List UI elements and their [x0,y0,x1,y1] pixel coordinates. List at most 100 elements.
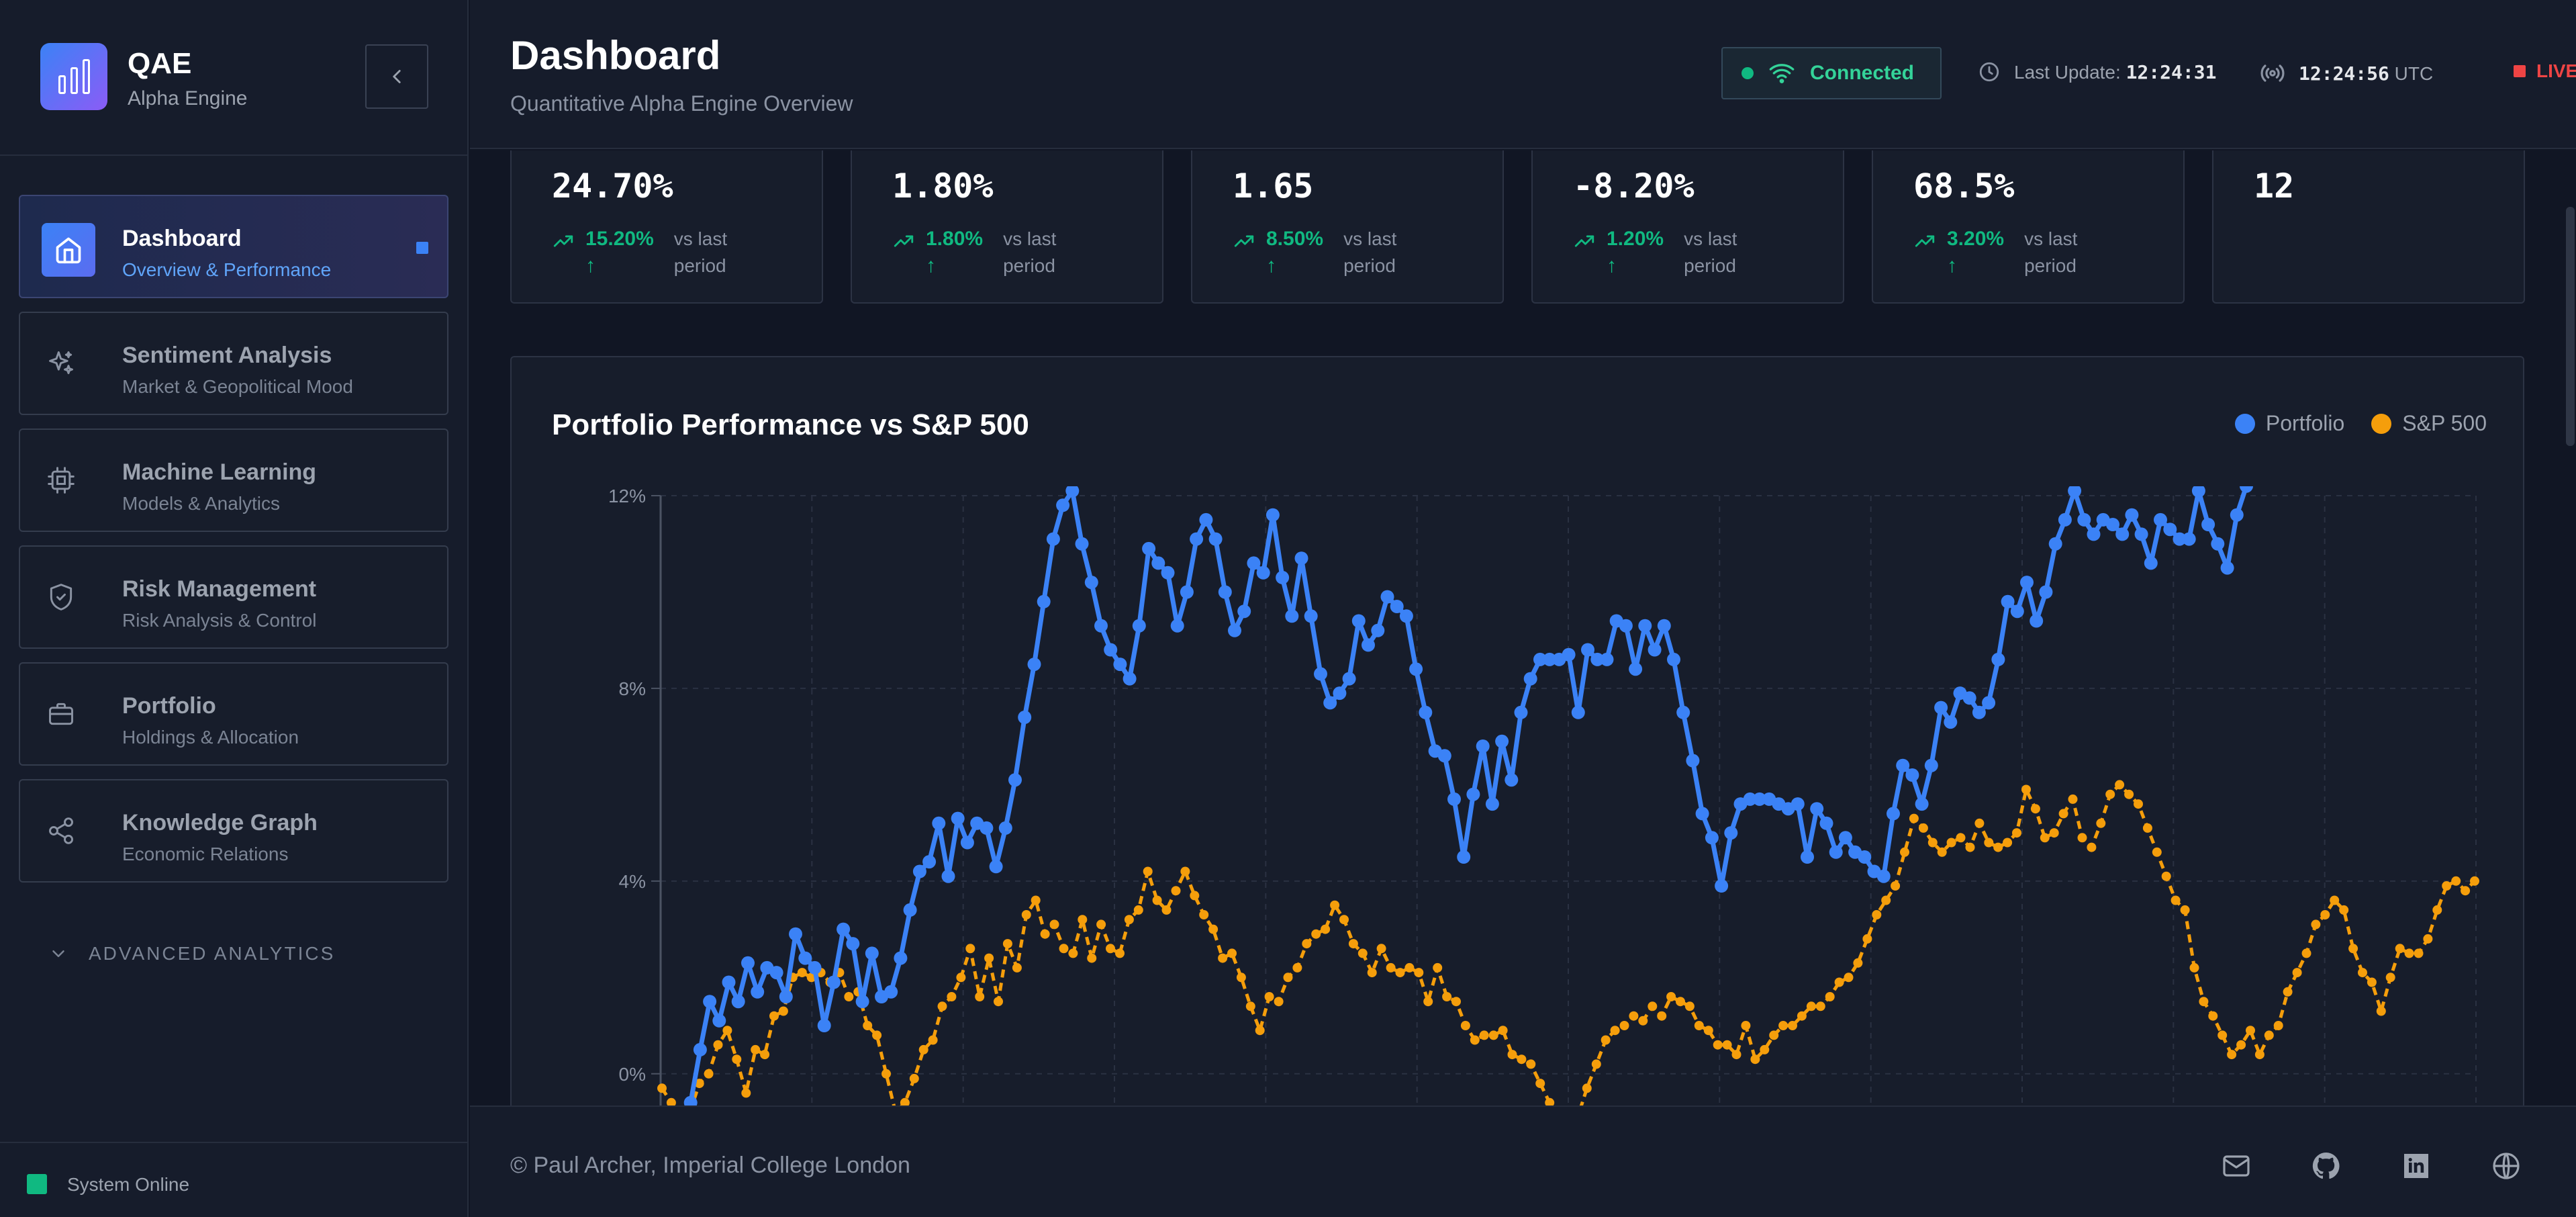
data-point [1065,486,1080,498]
metric-trend: 1.80% ↑ vs last period [892,226,1077,279]
metric-trend: 8.50% ↑ vs last period [1233,226,1417,279]
data-point [2030,614,2044,628]
main-scrollbar[interactable] [2565,150,2576,1107]
nav-item-risk-management[interactable]: Risk Management Risk Analysis & Control [19,545,448,649]
y-tick-label: 0% [619,1064,646,1085]
data-point [1113,658,1127,672]
data-point [1924,758,1938,772]
metric-compare: vs last period [2024,228,2078,276]
data-point [2115,527,2130,541]
nav-item-subtitle: Models & Analytics [122,493,280,514]
data-point [1227,948,1237,958]
data-point [2048,537,2062,551]
up-arrow-icon: ↑ [1607,255,1617,277]
data-point [1314,667,1327,681]
data-point [2152,847,2162,857]
data-point [1838,831,1852,845]
data-point [1858,850,1872,864]
data-point [1031,895,1041,905]
data-point [1657,619,1671,633]
data-point [2395,944,2405,954]
advanced-analytics-label: ADVANCED ANALYTICS [89,943,336,964]
data-point [1104,643,1118,657]
data-point [2163,523,2177,537]
data-point [1815,1001,1825,1011]
data-point [1247,556,1261,570]
nav-item-sentiment-analysis[interactable]: Sentiment Analysis Market & Geopolitical… [19,312,448,415]
data-point [1946,838,1956,848]
up-arrow-icon: ↑ [1947,255,1957,277]
data-point [1423,997,1433,1007]
metric-change: 1.80% [926,228,984,250]
data-point [1466,787,1480,801]
data-point [1237,604,1251,619]
data-point [2180,905,2190,915]
nav-item-portfolio[interactable]: Portfolio Holdings & Allocation [19,662,448,766]
nav-item-dashboard[interactable]: Dashboard Overview & Performance [19,195,448,298]
data-point [1302,939,1312,949]
globe-icon[interactable] [2490,1150,2522,1182]
brand-header: QAE Alpha Engine [0,0,469,156]
metric-compare: vs last period [1343,228,1397,276]
data-point [1887,807,1900,821]
data-point [951,811,965,825]
data-point [1982,696,1996,710]
data-point [2292,968,2302,978]
data-point [1068,948,1078,958]
metric-trend: 15.20% ↑ vs last period [552,226,748,279]
data-point [1304,609,1318,623]
data-point [1819,816,1833,830]
data-point [1703,1026,1713,1036]
data-point [1276,570,1290,584]
data-point [1909,813,1919,823]
nav-item-knowledge-graph[interactable]: Knowledge Graph Economic Relations [19,779,448,883]
data-point [855,995,869,1009]
data-point [703,995,717,1009]
data-point [2217,1030,2228,1040]
data-point [1667,652,1680,666]
advanced-analytics-toggle[interactable]: ADVANCED ANALYTICS [48,943,335,964]
data-point [1049,919,1059,930]
data-point [1333,686,1347,701]
y-tick-label: 4% [619,871,646,892]
data-point [1390,600,1404,613]
data-point [1123,672,1137,686]
mail-icon[interactable] [2220,1150,2252,1182]
github-icon[interactable] [2310,1150,2342,1182]
data-point [1075,537,1089,551]
data-point [1825,992,1835,1001]
linkedin-icon[interactable] [2400,1150,2432,1182]
data-point [1292,962,1302,973]
nav-item-machine-learning[interactable]: Machine Learning Models & Analytics [19,429,448,532]
data-point [1348,939,1358,949]
data-point [1106,944,1115,954]
data-point [1657,1011,1667,1021]
data-point [2182,532,2196,546]
nav-item-subtitle: Overview & Performance [122,259,332,280]
data-point [693,1042,707,1056]
data-point [1362,638,1375,652]
data-point [1339,915,1349,925]
data-point [1535,1079,1545,1089]
data-point [1619,1021,1629,1030]
data-point [2339,905,2349,915]
data-point [1283,973,1293,983]
data-point [1143,866,1153,876]
data-point [1610,1026,1620,1036]
data-point [998,821,1012,835]
chevron-left-icon [393,70,401,83]
collapse-sidebar-button[interactable] [365,44,428,109]
data-point [2021,784,2031,795]
data-point [2442,881,2452,891]
trending-up-icon [1234,235,1254,247]
data-point [922,855,937,869]
data-point [909,1073,919,1083]
metric-value: 1.65 [1233,167,1314,206]
data-point [1342,672,1356,686]
data-point [808,960,822,975]
up-arrow-icon: ↑ [1266,255,1276,277]
scroll-thumb[interactable] [2566,207,2575,446]
page-subtitle: Quantitative Alpha Engine Overview [510,91,853,116]
live-indicator [2514,65,2526,77]
data-point [704,1069,714,1079]
